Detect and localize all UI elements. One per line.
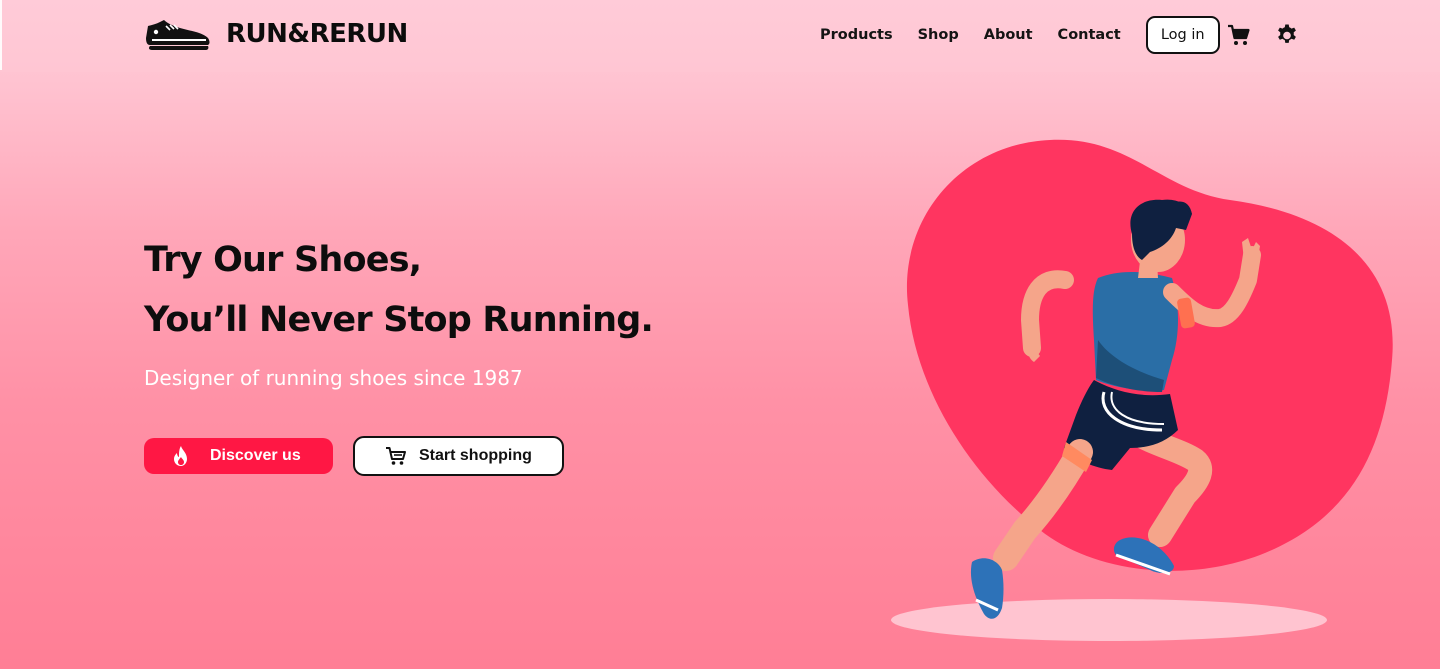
start-shopping-button[interactable]: Start shopping bbox=[353, 436, 564, 476]
settings-button[interactable] bbox=[1275, 23, 1299, 47]
login-button[interactable]: Log in bbox=[1145, 16, 1220, 54]
nav-link-contact[interactable]: Contact bbox=[1058, 27, 1121, 43]
main-nav: Products Shop About Contact Log in bbox=[820, 16, 1220, 54]
gear-icon bbox=[1278, 24, 1296, 43]
site-header: RUN&RERUN Products Shop About Contact Lo… bbox=[0, 0, 1440, 72]
runner-graphic bbox=[891, 139, 1393, 641]
shoe-icon bbox=[146, 20, 210, 50]
hero-subtitle: Designer of running shoes since 1987 bbox=[144, 366, 523, 390]
hero-headline-line1: Try Our Shoes, bbox=[144, 240, 422, 280]
hero-headline-line2: You’ll Never Stop Running. bbox=[144, 300, 654, 340]
start-shopping-label: Start shopping bbox=[419, 447, 532, 464]
cart-icon bbox=[386, 447, 406, 465]
nav-link-about[interactable]: About bbox=[984, 27, 1033, 43]
brand-logo[interactable]: RUN&RERUN bbox=[144, 16, 408, 52]
cart-icon bbox=[1228, 24, 1250, 45]
ground-shadow bbox=[891, 599, 1327, 641]
nav-link-products[interactable]: Products bbox=[820, 27, 893, 43]
discover-us-button[interactable]: Discover us bbox=[144, 438, 333, 474]
flame-icon bbox=[174, 446, 187, 466]
nav-link-shop[interactable]: Shop bbox=[918, 27, 959, 43]
cart-button[interactable] bbox=[1227, 23, 1251, 47]
discover-us-label: Discover us bbox=[210, 447, 301, 464]
runner-illustration bbox=[880, 130, 1410, 650]
brand-name: RUN&RERUN bbox=[226, 19, 408, 49]
